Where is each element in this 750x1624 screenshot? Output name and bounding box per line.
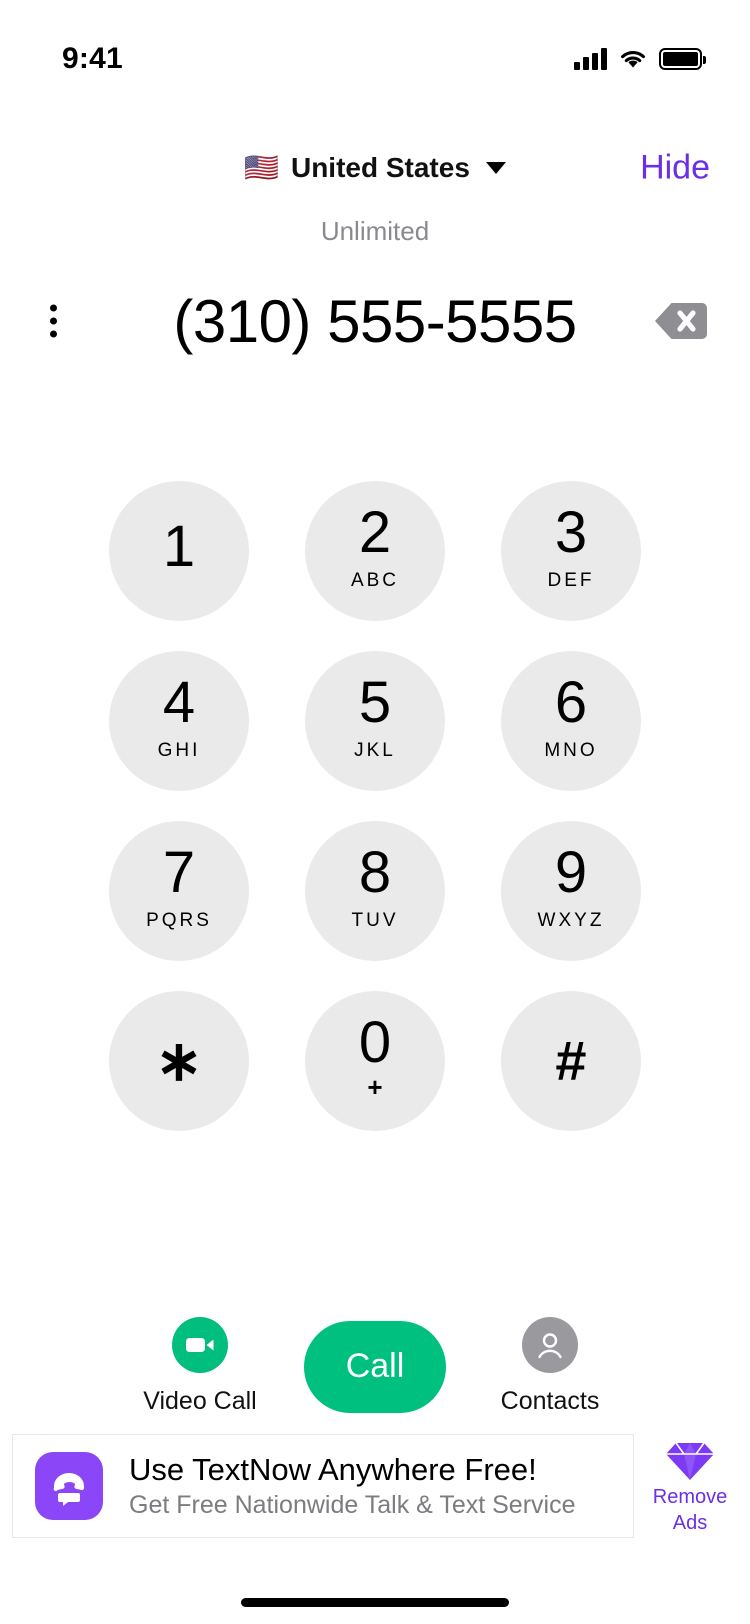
textnow-app-icon <box>35 1452 103 1520</box>
key-digit: 4 <box>162 670 196 735</box>
keypad-row: 7 PQRS 8 TUV 9 WXYZ <box>109 821 641 961</box>
call-button-wrap: Call <box>304 1320 446 1413</box>
home-indicator-area <box>0 1580 750 1624</box>
key-5[interactable]: 5 JKL <box>305 651 445 791</box>
keypad: 1 2 ABC 3 DEF 4 GHI 5 JKL 6 MNO 7 PQRS 8… <box>0 369 750 1239</box>
key-digit: 7 <box>162 840 196 905</box>
key-digit: 8 <box>358 840 392 905</box>
status-bar-icons <box>574 48 706 70</box>
dialer-screen: 9:41 🇺🇸 United States Hide Unlimited (31… <box>0 0 750 1624</box>
video-call-button[interactable]: Video Call <box>96 1317 304 1416</box>
video-camera-icon <box>172 1317 228 1373</box>
ad-text: Use TextNow Anywhere Free! Get Free Nati… <box>129 1451 576 1520</box>
key-4[interactable]: 4 GHI <box>109 651 249 791</box>
key-digit: 6 <box>554 670 588 735</box>
key-letters: WXYZ <box>537 910 605 931</box>
phone-number-row: (310) 555-5555 <box>0 273 750 369</box>
keypad-row: 4 GHI 5 JKL 6 MNO <box>109 651 641 791</box>
ad-title: Use TextNow Anywhere Free! <box>129 1451 537 1487</box>
keypad-row: 1 2 ABC 3 DEF <box>109 481 641 621</box>
status-bar-time: 9:41 <box>62 42 123 75</box>
us-flag-icon: 🇺🇸 <box>244 152 279 183</box>
key-8[interactable]: 8 TUV <box>305 821 445 961</box>
key-digit: 2 <box>358 500 392 565</box>
wifi-icon <box>621 51 645 68</box>
cellular-signal-icon <box>574 48 607 70</box>
chevron-down-icon <box>485 162 506 174</box>
key-letters: GHI <box>157 740 201 761</box>
remove-ads-label-line2: Ads <box>672 1512 708 1534</box>
key-letters: MNO <box>544 740 598 761</box>
key-letters: ABC <box>350 570 400 591</box>
home-indicator[interactable] <box>241 1597 509 1607</box>
contacts-button[interactable]: Contacts <box>446 1317 654 1416</box>
backspace-button[interactable] <box>654 301 708 341</box>
backspace-icon <box>655 303 707 339</box>
kebab-menu-icon[interactable] <box>44 299 63 344</box>
contacts-label: Contacts <box>500 1387 600 1415</box>
diamond-gem-icon <box>666 1442 714 1480</box>
action-row: Video Call Call Contacts <box>0 1317 750 1416</box>
remove-ads-label-line1: Remove <box>652 1485 728 1508</box>
key-6[interactable]: 6 MNO <box>501 651 641 791</box>
keypad-row: ∗ 0 + # <box>109 991 641 1131</box>
call-button[interactable]: Call <box>304 1320 446 1413</box>
ad-area: Use TextNow Anywhere Free! Get Free Nati… <box>0 1434 750 1538</box>
person-icon <box>522 1317 578 1373</box>
key-plus: + <box>367 1072 383 1102</box>
key-0[interactable]: 0 + <box>305 991 445 1131</box>
phone-number-display[interactable]: (310) 555-5555 <box>173 287 577 356</box>
key-letters: TUV <box>351 910 399 931</box>
key-digit: ∗ <box>155 1029 203 1092</box>
key-hash[interactable]: # <box>501 991 641 1131</box>
ad-subtitle: Get Free Nationwide Talk & Text Service <box>129 1491 576 1520</box>
battery-full-icon <box>659 48 706 70</box>
country-selector[interactable]: 🇺🇸 United States <box>244 152 506 184</box>
key-7[interactable]: 7 PQRS <box>109 821 249 961</box>
key-digit: # <box>555 1029 587 1092</box>
country-label: United States <box>290 152 470 183</box>
key-9[interactable]: 9 WXYZ <box>501 821 641 961</box>
video-call-label: Video Call <box>143 1387 257 1415</box>
key-1[interactable]: 1 <box>109 481 249 621</box>
plan-label: Unlimited <box>320 216 430 246</box>
key-digit: 1 <box>162 514 196 579</box>
key-2[interactable]: 2 ABC <box>305 481 445 621</box>
hide-button[interactable]: Hide <box>640 149 710 188</box>
ad-banner[interactable]: Use TextNow Anywhere Free! Get Free Nati… <box>12 1434 634 1538</box>
key-digit: 5 <box>358 670 392 735</box>
key-digit: 9 <box>554 840 588 905</box>
key-letters: JKL <box>354 740 396 761</box>
dialer-header: 🇺🇸 United States Hide <box>0 132 750 204</box>
key-digit: 0 <box>358 1010 392 1075</box>
key-digit: 3 <box>554 500 588 565</box>
key-letters: DEF <box>547 570 595 591</box>
key-3[interactable]: 3 DEF <box>501 481 641 621</box>
remove-ads-button[interactable]: Remove Ads <box>634 1438 738 1535</box>
key-asterisk[interactable]: ∗ <box>109 991 249 1131</box>
status-bar: 9:41 <box>0 0 750 92</box>
key-letters: PQRS <box>146 910 212 931</box>
